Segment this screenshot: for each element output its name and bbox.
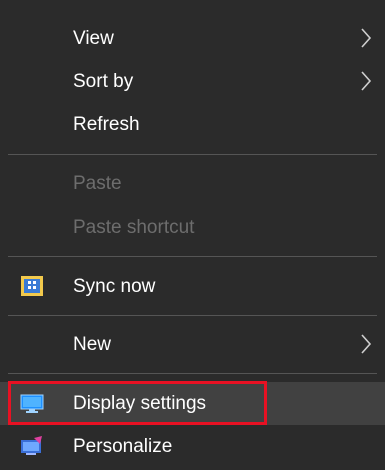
- menu-item-label: Display settings: [73, 393, 207, 414]
- menu-item-new[interactable]: New: [0, 323, 385, 366]
- menu-separator: [8, 256, 377, 257]
- menu-item-sort-by[interactable]: Sort by: [0, 60, 385, 103]
- sync-app-icon: [21, 276, 43, 296]
- menu-item-display-settings[interactable]: Display settings: [0, 382, 385, 425]
- menu-separator: [8, 315, 377, 316]
- menu-item-label: Sort by: [73, 71, 134, 92]
- chevron-right-icon: [361, 71, 372, 91]
- menu-item-paste: Paste: [0, 162, 385, 205]
- menu-item-view[interactable]: View: [0, 17, 385, 60]
- menu-separator: [8, 154, 377, 155]
- menu-item-sync-now[interactable]: Sync now: [0, 265, 385, 308]
- menu-item-refresh[interactable]: Refresh: [0, 103, 385, 146]
- menu-item-label: View: [73, 28, 114, 49]
- menu-item-label: Paste: [73, 173, 122, 194]
- menu-item-label: Personalize: [73, 436, 173, 457]
- menu-item-label: New: [73, 334, 112, 355]
- desktop-context-menu: View Sort by Refresh Paste Paste shortcu…: [0, 0, 385, 470]
- menu-separator: [8, 373, 377, 374]
- menu-item-personalize[interactable]: Personalize: [0, 425, 385, 468]
- display-icon: [20, 394, 44, 413]
- menu-item-label: Paste shortcut: [73, 217, 195, 238]
- chevron-right-icon: [361, 28, 372, 48]
- personalize-icon: [21, 436, 42, 455]
- menu-item-label: Sync now: [73, 276, 156, 297]
- menu-item-label: Refresh: [73, 114, 140, 135]
- chevron-right-icon: [361, 334, 372, 354]
- menu-item-paste-shortcut: Paste shortcut: [0, 206, 385, 249]
